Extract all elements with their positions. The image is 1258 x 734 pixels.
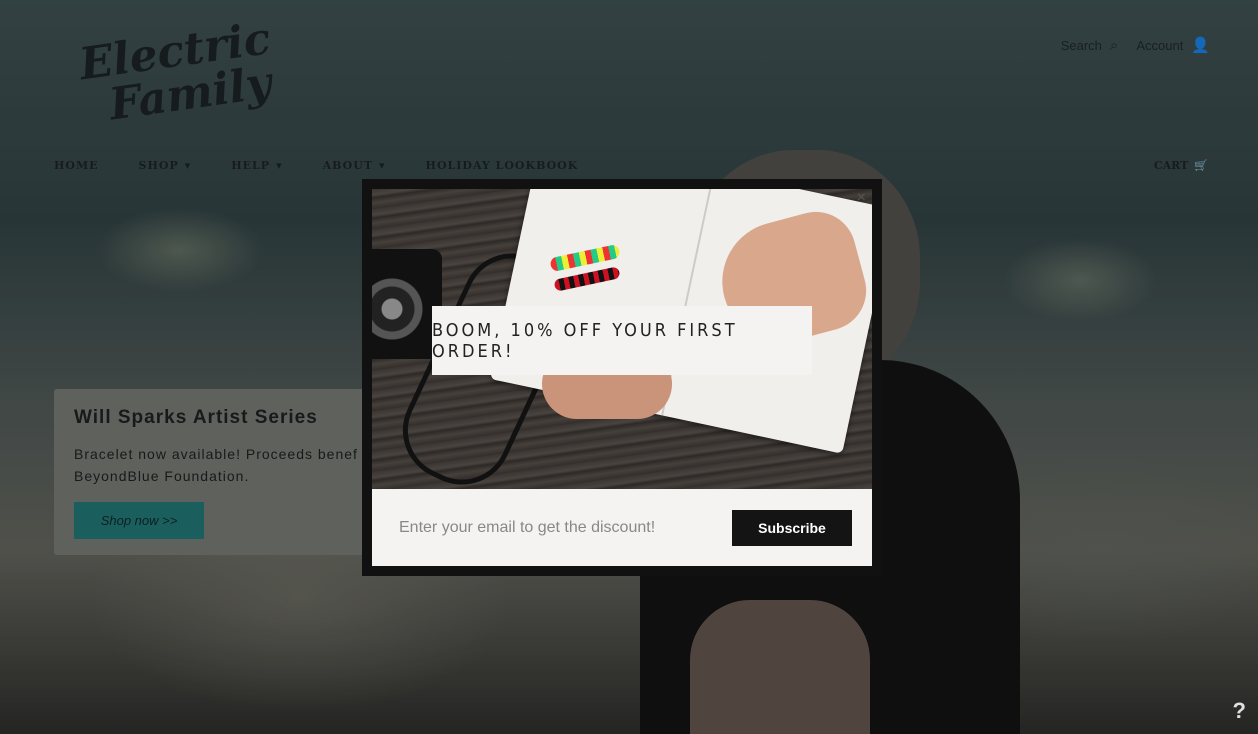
modal-hero-image: × BOOM, 10% OFF YOUR FIRST ORDER! [372,189,872,489]
email-form: Subscribe [372,489,872,566]
headline-box: BOOM, 10% OFF YOUR FIRST ORDER! [432,306,812,375]
modal-headline: BOOM, 10% OFF YOUR FIRST ORDER! [432,319,738,362]
discount-modal: × BOOM, 10% OFF YOUR FIRST ORDER! Subscr… [362,179,882,576]
close-icon[interactable]: × [857,189,866,207]
subscribe-button[interactable]: Subscribe [732,509,852,546]
email-field[interactable] [399,518,719,537]
